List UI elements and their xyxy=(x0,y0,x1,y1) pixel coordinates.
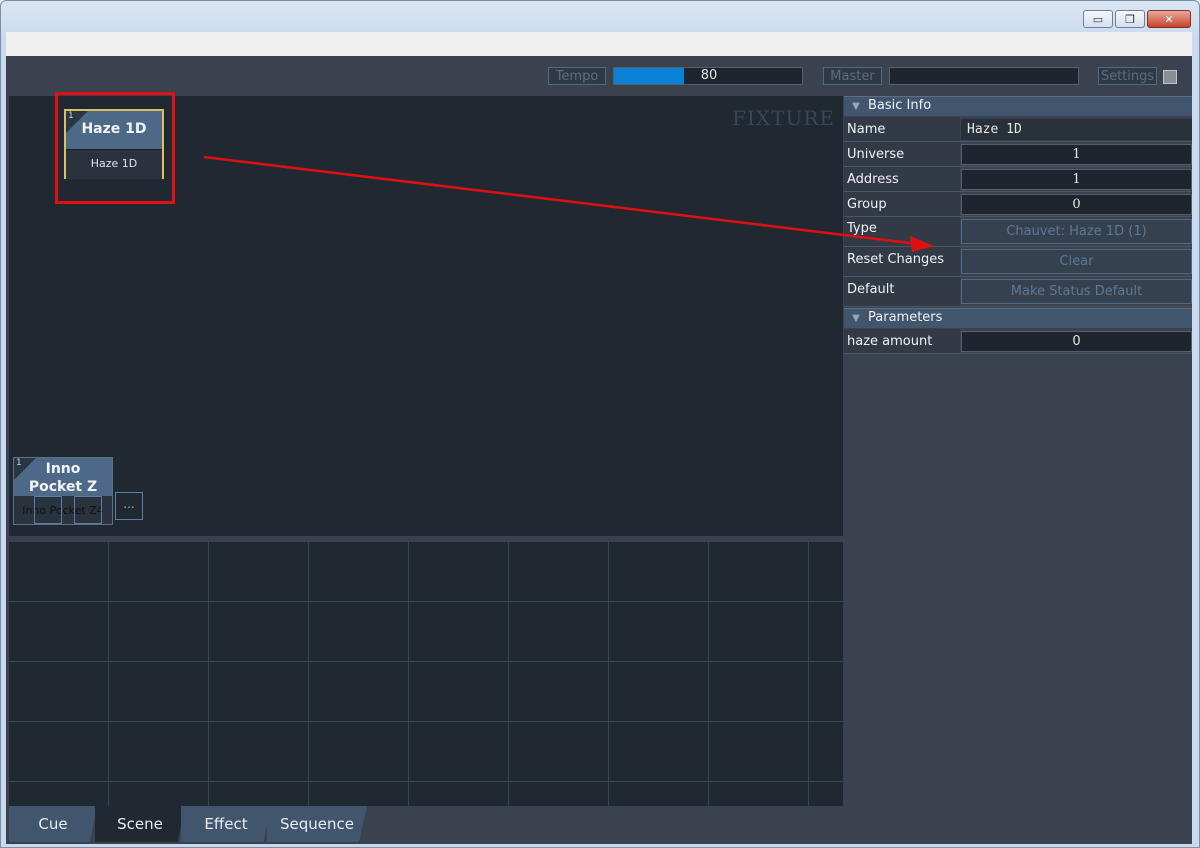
top-bar: Tempo 80 Master Settings xyxy=(6,56,1192,96)
tab-effect[interactable]: Effect xyxy=(181,806,271,842)
section-parameters[interactable]: ▼ Parameters xyxy=(844,308,1192,328)
default-label: Default xyxy=(847,282,895,297)
collapse-triangle-icon: ▼ xyxy=(852,313,860,324)
more-button[interactable]: ... xyxy=(115,492,143,520)
row-group: Group 0 xyxy=(844,192,1192,217)
universe-field[interactable]: 1 xyxy=(961,144,1192,165)
collapse-triangle-icon: ▼ xyxy=(852,101,860,112)
maximize-icon[interactable]: ❐ xyxy=(1115,10,1145,28)
window-controls: ▭ ❐ ✕ xyxy=(1083,10,1191,28)
tempo-fill xyxy=(614,68,684,84)
section-title: Basic Info xyxy=(868,98,932,113)
row-default: Default Make Status Default xyxy=(844,277,1192,307)
clear-button[interactable]: Clear xyxy=(961,249,1192,274)
client-area: Tempo 80 Master Settings FIXTURE 1 Haze … xyxy=(6,32,1192,844)
fixture-action-button[interactable] xyxy=(34,496,62,524)
reset-label: Reset Changes xyxy=(847,252,944,267)
address-field[interactable]: 1 xyxy=(961,169,1192,190)
settings-button[interactable]: Settings xyxy=(1098,67,1157,85)
stage-label: FIXTURE xyxy=(732,106,835,130)
settings-toggle[interactable] xyxy=(1163,70,1177,84)
fixture-stage[interactable]: FIXTURE 1 Haze 1D Haze 1D 1 Inno Pocket … xyxy=(9,92,843,536)
close-icon[interactable]: ✕ xyxy=(1147,10,1191,28)
tempo-slider[interactable]: 80 xyxy=(613,67,803,85)
section-title: Parameters xyxy=(868,310,943,325)
tab-sequence[interactable]: Sequence xyxy=(267,806,367,842)
row-name: Name Haze 1D xyxy=(844,117,1192,142)
fixture-haze-1d[interactable]: 1 Haze 1D Haze 1D xyxy=(64,109,164,179)
tempo-button[interactable]: Tempo xyxy=(548,67,606,85)
fixture-number: 1 xyxy=(68,111,74,121)
universe-label: Universe xyxy=(847,146,905,162)
scene-grid[interactable] xyxy=(9,542,843,806)
tempo-value: 80 xyxy=(700,68,718,83)
group-label: Group xyxy=(847,196,887,212)
haze-amount-label: haze amount xyxy=(847,333,933,349)
app-window: ▭ ❐ ✕ Tempo 80 Master Settings FIXTURE 1 xyxy=(0,0,1200,848)
row-type: Type Chauvet: Haze 1D (1) xyxy=(844,217,1192,247)
type-label: Type xyxy=(847,221,877,236)
section-basic-info[interactable]: ▼ Basic Info xyxy=(844,96,1192,116)
row-universe: Universe 1 xyxy=(844,142,1192,167)
tab-bar: Cue Scene Effect Sequence xyxy=(9,806,843,842)
menu-bar xyxy=(6,32,1192,56)
master-button[interactable]: Master xyxy=(823,67,882,85)
fixture-name: Haze 1D xyxy=(81,121,147,137)
name-label: Name xyxy=(847,121,886,137)
fixture-name: Inno Pocket Z xyxy=(28,461,98,495)
make-status-default-button[interactable]: Make Status Default xyxy=(961,279,1192,304)
row-address: Address 1 xyxy=(844,167,1192,192)
address-label: Address xyxy=(847,171,899,187)
haze-amount-field[interactable]: 0 xyxy=(961,331,1192,352)
tab-scene[interactable]: Scene xyxy=(95,806,185,842)
tab-cue[interactable]: Cue xyxy=(9,806,97,842)
fixture-sub-label: Haze 1D xyxy=(90,157,138,170)
fixture-action-button[interactable] xyxy=(74,496,102,524)
fixture-inno-pocket-z[interactable]: 1 Inno Pocket Z Inno Pocket Z4 xyxy=(13,457,113,525)
master-slider[interactable] xyxy=(889,67,1079,85)
properties-panel: ▼ Basic Info Name Haze 1D Universe 1 Addr… xyxy=(843,96,1192,842)
row-haze-amount: haze amount 0 xyxy=(844,329,1192,354)
group-field[interactable]: 0 xyxy=(961,194,1192,215)
row-reset: Reset Changes Clear xyxy=(844,247,1192,277)
type-select-button[interactable]: Chauvet: Haze 1D (1) xyxy=(961,219,1192,244)
minimize-icon[interactable]: ▭ xyxy=(1083,10,1113,28)
name-field[interactable]: Haze 1D xyxy=(961,119,1192,140)
